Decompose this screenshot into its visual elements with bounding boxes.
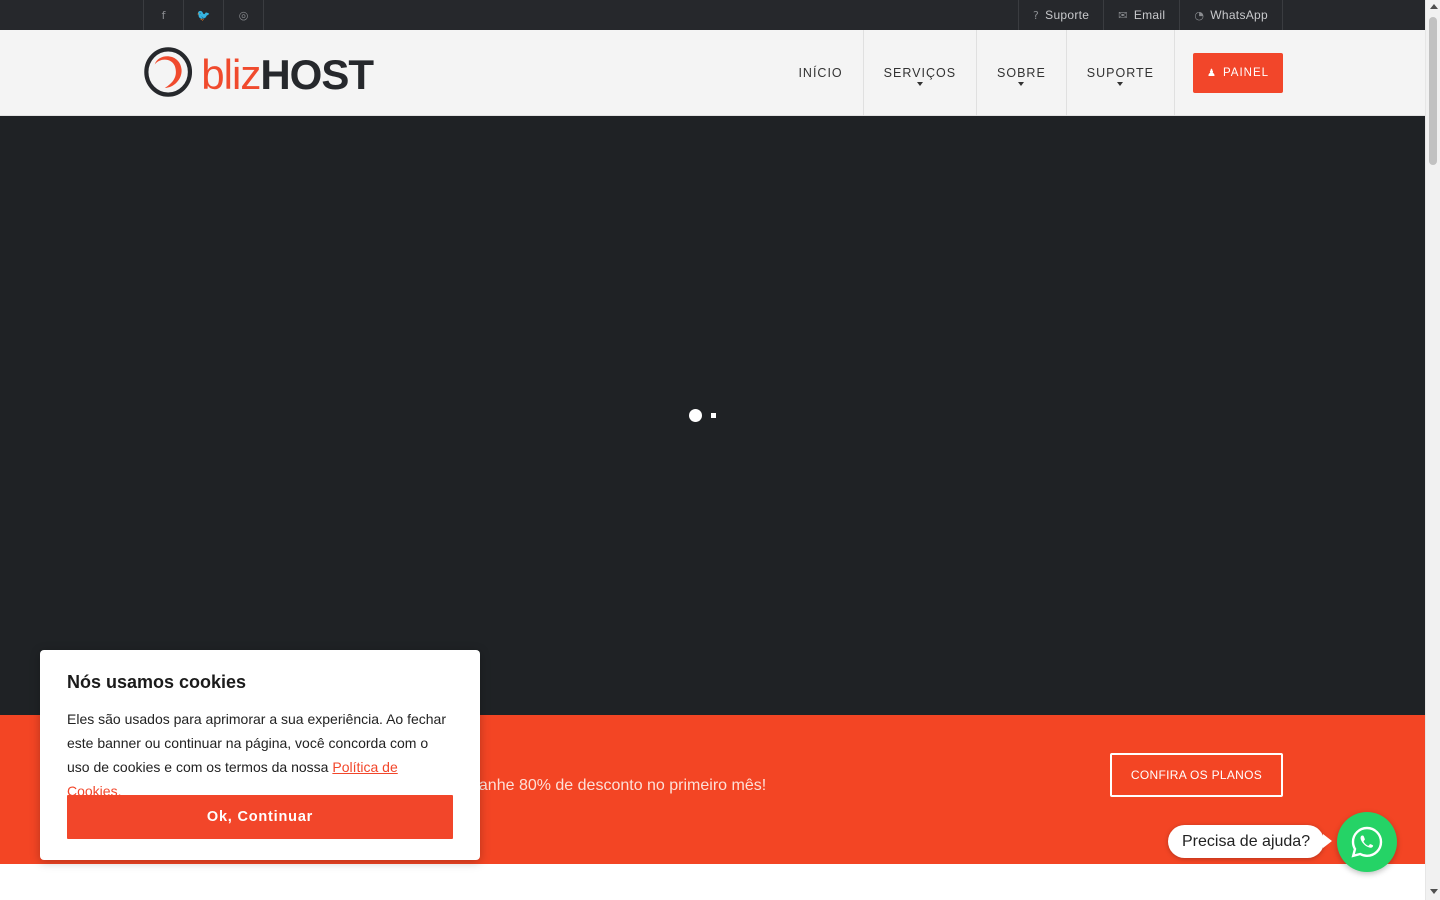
logo-text-bliz: bliz: [201, 51, 261, 98]
contact-links: ? Suporte ✉ Email ◔ WhatsApp: [1018, 0, 1283, 30]
whatsapp-link-label: WhatsApp: [1210, 8, 1268, 22]
cookie-title: Nós usamos cookies: [67, 672, 247, 692]
scroll-down-arrow-icon[interactable]: [1430, 889, 1438, 894]
nav-item-suporte[interactable]: SUPORTE: [1065, 30, 1174, 116]
whatsapp-icon: [1351, 826, 1383, 858]
caret-down-icon: [916, 82, 923, 86]
envelope-icon: ✉: [1118, 8, 1128, 22]
whatsapp-help-bubble[interactable]: Precisa de ajuda?: [1168, 825, 1333, 858]
cookie-body: Eles são usados para aprimorar a sua exp…: [67, 707, 453, 803]
email-link-label: Email: [1133, 8, 1166, 22]
main-nav: INÍCIO SERVIÇOS SOBRE SUPORTE ♟ PAINEL: [778, 30, 1283, 116]
email-link[interactable]: ✉ Email: [1104, 0, 1181, 30]
nav-item-label: SUPORTE: [1086, 66, 1154, 80]
whatsapp-icon: ◔: [1194, 8, 1205, 22]
logo-wordmark: blizHOST: [201, 48, 374, 98]
support-link[interactable]: ? Suporte: [1019, 0, 1105, 30]
support-link-label: Suporte: [1045, 8, 1090, 22]
promo-text: ganhe 80% de desconto no primeiro mês!: [470, 777, 767, 794]
user-icon: ♟: [1206, 67, 1217, 79]
nav-item-label: INÍCIO: [798, 66, 843, 80]
nav-item-sobre[interactable]: SOBRE: [976, 30, 1066, 116]
nav-button-wrap: ♟ PAINEL: [1174, 30, 1283, 116]
top-bar: f 🐦 ◎ ? Suporte ✉ Email ◔ WhatsApp: [0, 0, 1425, 30]
logo-text-host: HOST: [260, 51, 374, 98]
logo-ring-icon: [144, 47, 193, 97]
twitter-icon[interactable]: 🐦: [184, 0, 224, 30]
painel-button-label: PAINEL: [1222, 67, 1270, 79]
caret-down-icon: [1117, 82, 1124, 86]
loader-dot: [689, 409, 702, 422]
loading-spinner: [689, 409, 719, 423]
instagram-icon[interactable]: ◎: [224, 0, 264, 30]
nav-item-label: SOBRE: [997, 66, 1046, 80]
painel-button[interactable]: ♟ PAINEL: [1193, 53, 1283, 93]
cookie-accept-button[interactable]: Ok, Continuar: [67, 795, 453, 839]
social-links: f 🐦 ◎: [143, 0, 264, 30]
help-circle-icon: ?: [1033, 8, 1040, 22]
site-header: blizHOST INÍCIO SERVIÇOS SOBRE SUPORTE ♟…: [0, 30, 1425, 116]
scrollbar-thumb[interactable]: [1429, 17, 1437, 165]
facebook-icon[interactable]: f: [144, 0, 184, 30]
scroll-up-arrow-icon[interactable]: [1430, 4, 1438, 9]
whatsapp-link[interactable]: ◔ WhatsApp: [1180, 0, 1283, 30]
caret-down-icon: [1018, 82, 1025, 86]
nav-item-label: SERVIÇOS: [883, 66, 957, 80]
loader-dot: [711, 413, 716, 418]
nav-item-servicos[interactable]: SERVIÇOS: [862, 30, 976, 116]
hero-slider: [0, 116, 1425, 715]
page-scrollbar[interactable]: [1425, 0, 1440, 900]
whatsapp-float-button[interactable]: [1337, 812, 1397, 872]
site-logo[interactable]: blizHOST: [143, 41, 374, 103]
nav-item-inicio[interactable]: INÍCIO: [778, 30, 862, 116]
cookie-banner: Nós usamos cookies Eles são usados para …: [40, 650, 480, 860]
plans-button[interactable]: CONFIRA OS PLANOS: [1110, 753, 1283, 797]
